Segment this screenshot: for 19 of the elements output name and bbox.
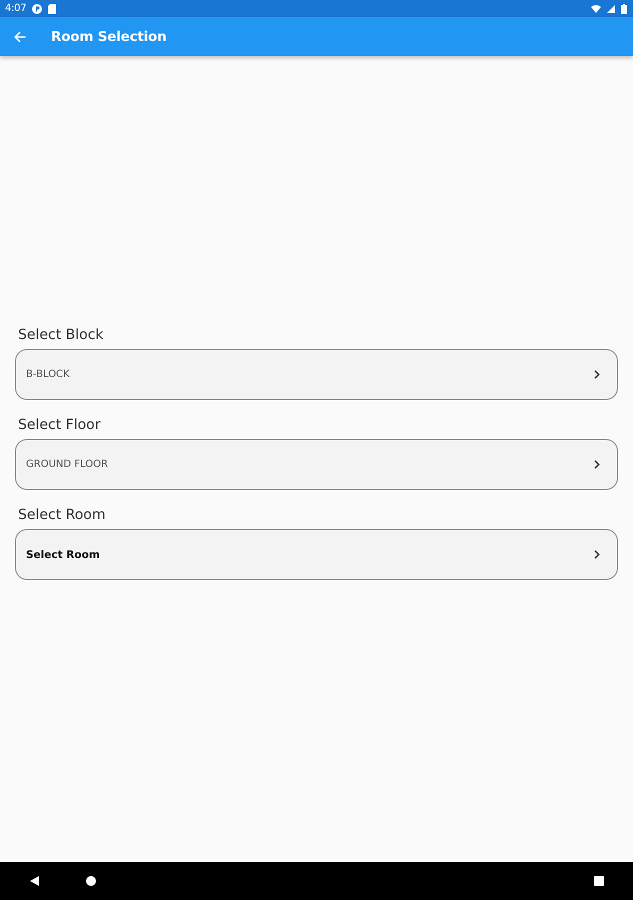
dropdown-field[interactable]: B-BLOCK — [15, 349, 618, 400]
chevron-right-icon — [594, 550, 600, 559]
app-bar-title: Room Selection — [51, 28, 167, 44]
battery-icon — [621, 4, 627, 14]
home-circle-icon[interactable] — [86, 876, 96, 886]
sd-card-icon — [48, 4, 56, 14]
signal-icon — [607, 4, 615, 12]
back-triangle-icon[interactable] — [30, 876, 39, 886]
notification-circle-icon — [32, 4, 42, 14]
dropdown-field[interactable]: GROUND FLOOR — [15, 439, 618, 490]
wifi-icon — [591, 4, 601, 12]
field-label: Select Room — [17, 506, 106, 525]
back-arrow-icon[interactable] — [14, 30, 26, 42]
chevron-right-icon — [594, 370, 600, 379]
status-time: 4:07 — [5, 2, 26, 16]
field-label: Select Floor — [17, 416, 100, 435]
field-label: Select Block — [17, 326, 104, 345]
dropdown-field[interactable]: Select Room — [15, 529, 618, 580]
chevron-right-icon — [594, 460, 600, 469]
